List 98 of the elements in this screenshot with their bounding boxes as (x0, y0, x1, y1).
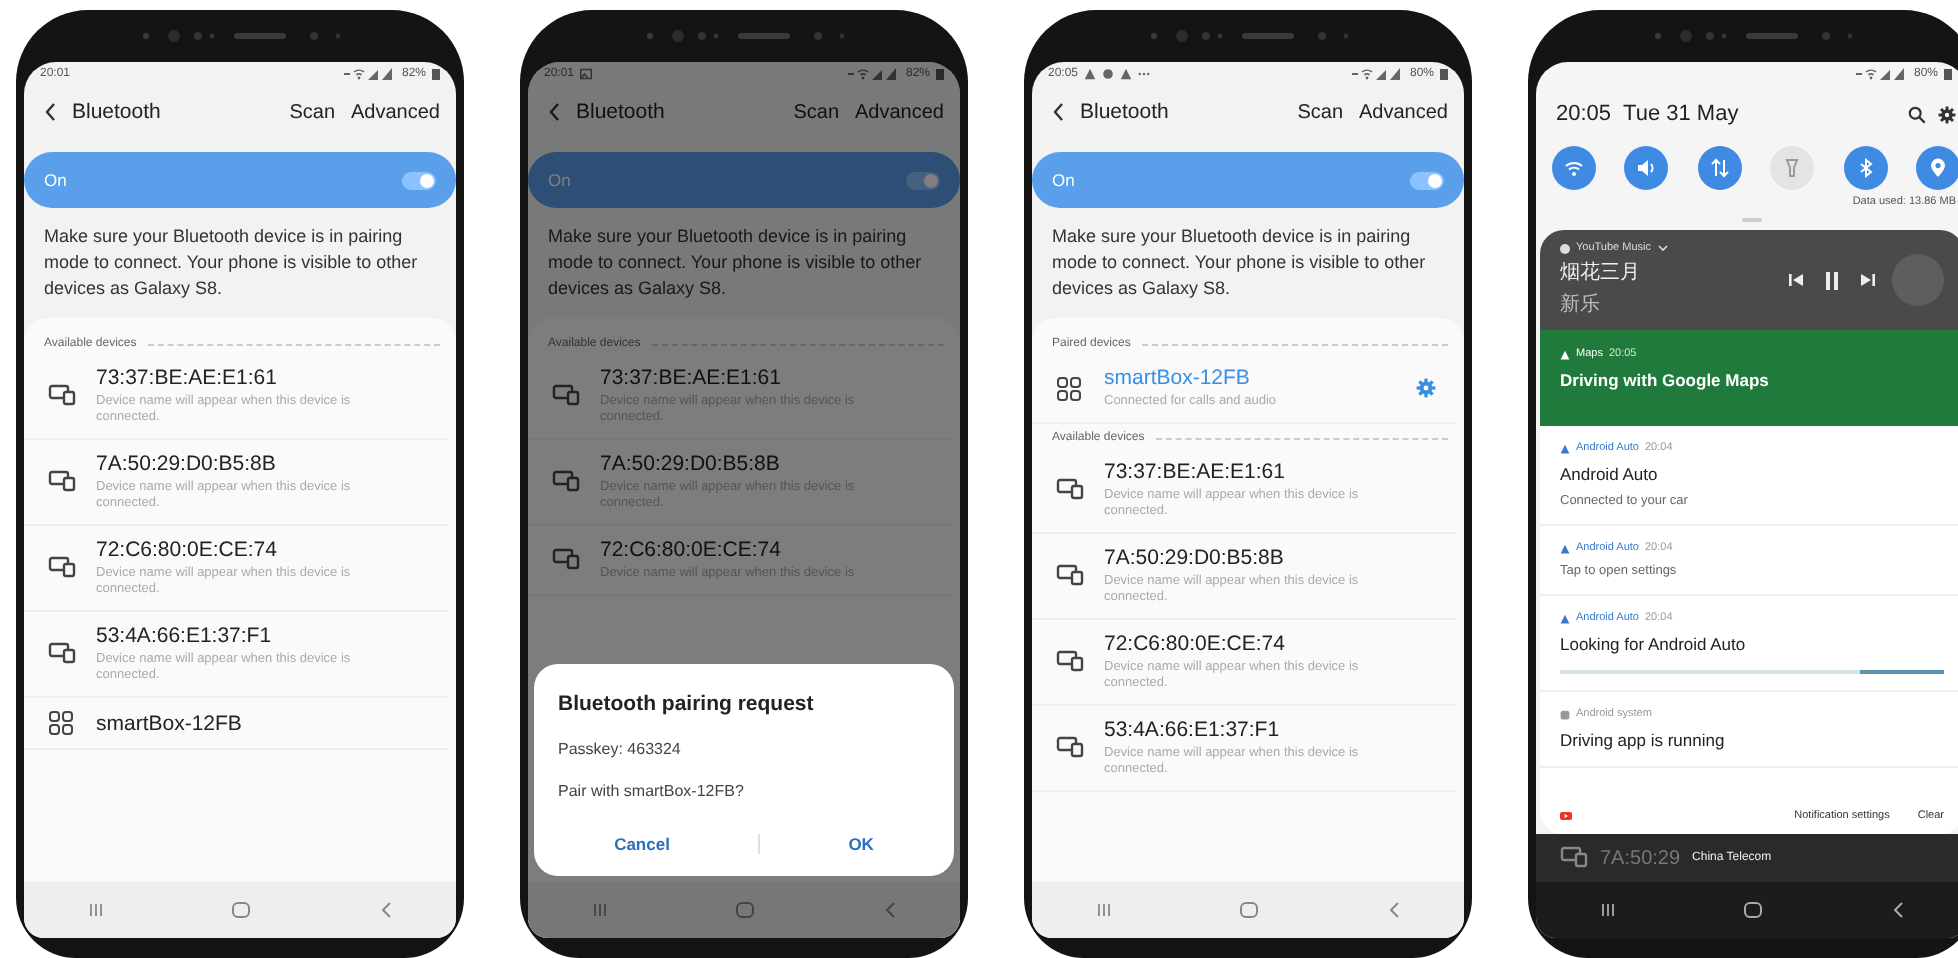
devices-icon (48, 555, 76, 581)
devices-icon (552, 469, 580, 495)
devices-icon (1056, 735, 1084, 761)
device-name: 73:37:BE:AE:E1:61 (96, 366, 279, 390)
volume-icon (1636, 158, 1657, 178)
grid-icon (48, 710, 76, 736)
devices-icon (48, 469, 76, 495)
video-icon (1560, 812, 1572, 820)
device-name: smartBox-12FB (1104, 366, 1252, 390)
scan-button[interactable]: Scan (1297, 101, 1344, 123)
device-name: 7A:50:29:D0:B5:8B (600, 452, 782, 476)
notification-title: Android Auto (1560, 464, 1660, 484)
battery-icon (936, 68, 944, 80)
cancel-button[interactable]: Cancel (590, 824, 694, 864)
back-icon[interactable] (44, 102, 56, 122)
pause-icon[interactable] (1824, 271, 1840, 289)
info-text: Make sure your Bluetooth device is in pairing mode to connect. Your phone is visible to other devices as Galaxy S8. (42, 224, 420, 302)
device-name: 72:C6:80:0E:CE:74 (96, 538, 279, 562)
device-name: 7A:50:29:D0:B5:8B (96, 452, 278, 476)
devices-icon (552, 547, 580, 573)
devices-icon (48, 641, 76, 667)
notification-title: Looking for Android Auto (1560, 634, 1748, 654)
screen-title: Bluetooth (576, 100, 667, 124)
advanced-button[interactable]: Advanced (351, 101, 440, 123)
scan-button[interactable]: Scan (793, 101, 840, 123)
scan-button[interactable]: Scan (289, 101, 336, 123)
back-icon[interactable] (1891, 902, 1904, 918)
devices-icon (552, 383, 580, 409)
navigation-icon (1084, 68, 1097, 80)
screen-title: Bluetooth (1080, 100, 1171, 124)
navigation-icon (1120, 68, 1133, 80)
toggle-switch[interactable] (906, 171, 940, 189)
volume-toggle[interactable] (1624, 146, 1669, 190)
dialog-message: Pair with smartBox-12FB? (558, 782, 746, 800)
bluetooth-icon (1855, 158, 1876, 178)
settings-icon[interactable] (1938, 105, 1956, 123)
battery-icon (1440, 68, 1448, 80)
battery-icon (1944, 68, 1952, 80)
info-text: Make sure your Bluetooth device is in pairing mode to connect. Your phone is visible to other devices as Galaxy S8. (546, 224, 924, 302)
devices-icon (1056, 563, 1084, 589)
more-icon (1138, 68, 1151, 80)
previous-icon[interactable] (1788, 272, 1804, 288)
device-name: 7A:50:29:D0:B5:8B (1104, 546, 1286, 570)
status-icons-drawing (1855, 68, 1908, 80)
notification-title: Driving with Google Maps (1560, 370, 1771, 390)
notification-title: Driving app is running (1560, 730, 1727, 750)
device-name: 7A:50:29 (1600, 847, 1681, 869)
screen-title: Bluetooth (72, 100, 163, 124)
devices-icon (1056, 477, 1084, 503)
device-name: 53:4A:66:E1:37:F1 (96, 624, 274, 648)
devices-icon (1056, 649, 1084, 675)
app-dot-icon (1560, 243, 1570, 253)
device-item[interactable]: smartBox-12FB (24, 698, 448, 750)
switch-label: On (548, 170, 571, 190)
device-name: 72:C6:80:0E:CE:74 (600, 538, 783, 562)
battery-icon (432, 68, 440, 80)
back-icon[interactable] (1052, 102, 1064, 122)
device-name: 53:4A:66:E1:37:F1 (1104, 718, 1282, 742)
flashlight-icon (1782, 158, 1803, 178)
location-icon (1927, 158, 1948, 178)
advanced-button[interactable]: Advanced (1359, 101, 1448, 123)
image-icon (580, 68, 593, 80)
switch-label: On (1052, 170, 1075, 190)
switch-label: On (44, 170, 67, 190)
recent-apps-icon[interactable] (1600, 902, 1617, 918)
search-icon[interactable] (1908, 105, 1926, 123)
toggle-switch[interactable] (402, 171, 436, 189)
next-icon[interactable] (1860, 272, 1876, 288)
flashlight-toggle[interactable] (1770, 146, 1815, 190)
dot-icon (1102, 68, 1115, 80)
toggle-switch[interactable] (1410, 171, 1444, 189)
wifi-toggle[interactable] (1552, 146, 1596, 190)
status-icons-drawing (847, 68, 900, 80)
device-name: 73:37:BE:AE:E1:61 (1104, 460, 1287, 484)
devices-icon (48, 383, 76, 409)
data-transfer-toggle[interactable] (1697, 146, 1742, 190)
status-icons-drawing (1351, 68, 1404, 80)
device-name: 72:C6:80:0E:CE:74 (1104, 632, 1287, 656)
ok-button[interactable]: OK (824, 824, 898, 864)
wifi-icon (1564, 158, 1584, 178)
location-toggle[interactable] (1915, 146, 1958, 190)
data-transfer-icon (1709, 158, 1730, 178)
track-artist: 新乐 (1560, 291, 1602, 318)
date-text: Tue 31 May (1623, 102, 1741, 126)
home-icon[interactable] (1744, 902, 1763, 918)
bluetooth-toggle[interactable] (1843, 146, 1888, 190)
expand-icon[interactable] (1657, 244, 1668, 252)
device-name: 73:37:BE:AE:E1:61 (600, 366, 783, 390)
dialog-title: Bluetooth pairing request (558, 692, 816, 716)
track-title: 烟花三月 (1560, 259, 1642, 286)
info-text: Make sure your Bluetooth device is in pairing mode to connect. Your phone is visible to other devices as Galaxy S8. (1050, 224, 1428, 302)
grid-icon (1056, 375, 1084, 401)
devices-icon (1560, 845, 1588, 871)
device-name: smartBox-12FB (96, 711, 244, 735)
status-icons-drawing (343, 68, 396, 80)
advanced-button[interactable]: Advanced (855, 101, 944, 123)
passkey-text: Passkey: 463324 (558, 740, 683, 758)
clock-time: 20:05 (1556, 102, 1612, 126)
